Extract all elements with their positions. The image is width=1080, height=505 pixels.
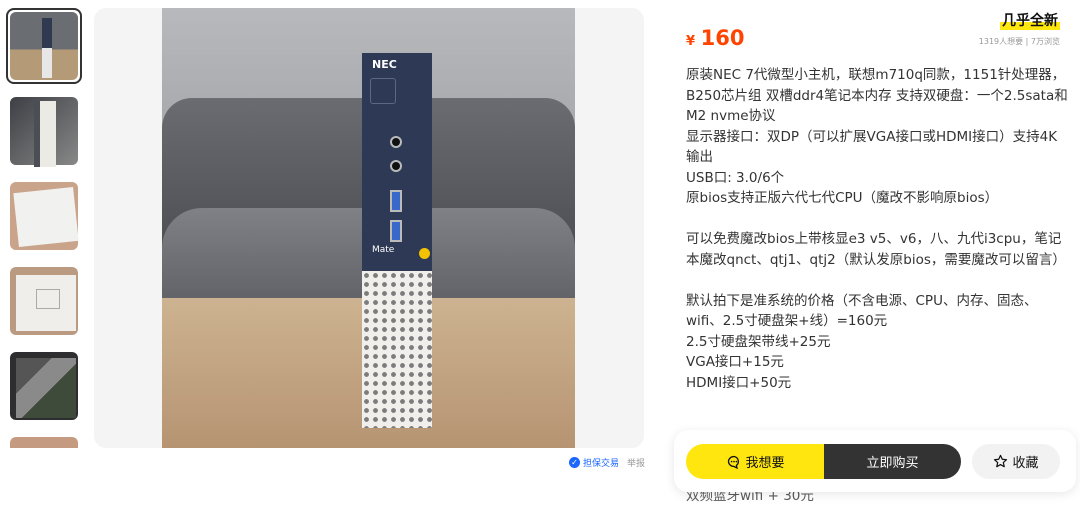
description-line	[686, 209, 1068, 230]
product-description: 原装NEC 7代微型小主机，联想m710q同款，1151针处理器，B250芯片组…	[686, 65, 1068, 393]
description-line: 默认拍下是准系统的价格（不含电源、CPU、内存、固态、wifi、2.5寸硬盘架+…	[686, 292, 1038, 330]
price: ¥ 160	[686, 26, 744, 50]
pc-brand-logo: NEC	[372, 58, 397, 71]
audio-port-graphic	[390, 136, 402, 148]
thumbnail-2[interactable]	[6, 93, 82, 169]
pc-model-label: Mate	[372, 245, 395, 255]
want-view-stats: 1319人想要 | 7万浏览	[978, 37, 1060, 46]
thumbnail-5[interactable]	[6, 348, 82, 424]
description-line: VGA接口+15元	[686, 354, 784, 370]
want-button-label: 我想要	[745, 456, 785, 471]
main-product-image[interactable]: NEC Mate	[94, 8, 644, 448]
description-line: 2.5寸硬盘架带线+25元	[686, 333, 831, 350]
thumbnail-1[interactable]	[6, 8, 82, 84]
usb-port-graphic	[390, 220, 402, 242]
condition-badge: 几乎全新	[1000, 10, 1060, 30]
report-link[interactable]: 举报	[627, 456, 645, 469]
description-line: HDMI接口+50元	[686, 374, 792, 391]
thumbnail-3[interactable]	[6, 178, 82, 254]
product-photo: NEC Mate	[162, 8, 575, 448]
description-line	[686, 270, 1068, 291]
buy-now-label: 立即购买	[866, 456, 919, 471]
favorite-button[interactable]: 收藏	[972, 444, 1060, 479]
chat-icon	[727, 455, 741, 469]
buy-now-button[interactable]: 立即购买	[824, 444, 961, 479]
description-line: 原装NEC 7代微型小主机，联想m710q同款，1151针处理器，B250芯片组…	[686, 67, 1068, 124]
description-line: 显示器接口：双DP（可以扩展VGA接口或HDMI接口）支持4K输出	[686, 128, 1058, 166]
pc-led	[419, 248, 430, 259]
guarantee-icon: ✓	[569, 457, 580, 468]
thumbnail-4[interactable]	[6, 263, 82, 339]
description-line: 可以免费魔改bios上带核显e3 v5、v6，八、九代i3cpu，笔记本魔改qn…	[686, 231, 1066, 268]
audio-port-graphic	[390, 160, 402, 172]
power-button-graphic	[370, 78, 396, 104]
description-line: 原bios支持正版六代七代CPU（魔改不影响原bios）	[686, 190, 999, 206]
price-currency: ¥	[686, 34, 696, 49]
thumbnail-list	[6, 8, 82, 448]
guarantee-badge[interactable]: ✓ 担保交易	[569, 456, 619, 469]
usb-port-graphic	[390, 190, 402, 212]
star-icon	[993, 454, 1008, 469]
guarantee-label: 担保交易	[583, 459, 620, 469]
description-line: USB口: 3.0/6个	[686, 169, 785, 186]
want-button[interactable]: 我想要	[686, 444, 826, 479]
thumbnail-6[interactable]	[6, 433, 82, 448]
favorite-label: 收藏	[1012, 456, 1039, 471]
action-bar: 我想要 立即购买 收藏	[674, 430, 1076, 492]
price-value: 160	[700, 26, 745, 50]
